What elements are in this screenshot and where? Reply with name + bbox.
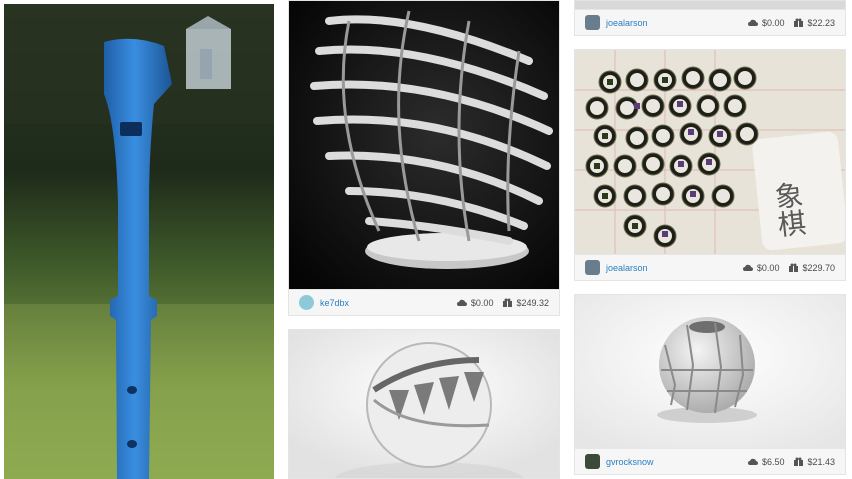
username-link[interactable]: joealarson <box>606 263 733 273</box>
cloud-download-icon <box>742 264 753 271</box>
value-stat: $249.32 <box>503 298 549 308</box>
value-amount: $22.23 <box>807 17 835 28</box>
price-stat: $0.00 <box>747 17 785 28</box>
price-stat: $0.00 <box>742 262 780 273</box>
price-value: $0.00 <box>756 262 780 273</box>
username-link[interactable]: gvrocksnow <box>606 457 738 467</box>
avatar[interactable] <box>299 295 314 310</box>
card-crown[interactable] <box>288 329 560 479</box>
top-right-meta-bar: joealarson $0.00 $22.23 <box>575 9 845 35</box>
vase-meta-bar: ke7dbx $0.00 $249.32 <box>289 289 559 315</box>
card-recorder[interactable] <box>4 4 274 479</box>
xiangqi-label: 象棋 <box>770 179 809 239</box>
avatar[interactable] <box>585 260 600 275</box>
sphere-render[interactable] <box>575 295 845 450</box>
value-stat: $229.70 <box>789 263 835 273</box>
card-sphere[interactable]: gvrocksnow $6.50 $21.43 <box>574 294 846 475</box>
gift-icon <box>794 457 804 466</box>
username-link[interactable]: ke7dbx <box>320 298 447 308</box>
value-amount: $249.32 <box>516 297 549 308</box>
value-amount: $21.43 <box>807 456 835 467</box>
card-xiangqi[interactable]: 象棋 joealarson $0.00 $229.70 <box>574 49 846 281</box>
price-stat: $0.00 <box>456 297 494 308</box>
cloud-download-icon <box>747 458 758 465</box>
value-stat: $21.43 <box>794 457 835 467</box>
avatar[interactable] <box>585 454 600 469</box>
gift-icon <box>789 263 799 272</box>
price-value: $0.00 <box>761 17 785 28</box>
value-amount: $229.70 <box>802 262 835 273</box>
gift-icon <box>794 18 804 27</box>
value-stat: $22.23 <box>794 18 835 28</box>
cloud-download-icon <box>747 19 758 26</box>
price-value: $0.00 <box>470 297 494 308</box>
sphere-meta-bar: gvrocksnow $6.50 $21.43 <box>575 448 845 474</box>
price-value: $6.50 <box>761 456 785 467</box>
username-link[interactable]: joealarson <box>606 18 738 28</box>
cloud-download-icon <box>456 299 467 306</box>
gift-icon <box>503 298 513 307</box>
price-stat: $6.50 <box>747 456 785 467</box>
recorder-photo[interactable] <box>4 4 274 479</box>
xiangqi-meta-bar: joealarson $0.00 $229.70 <box>575 254 845 280</box>
avatar[interactable] <box>585 15 600 30</box>
crown-render[interactable] <box>289 330 559 478</box>
vase-render[interactable] <box>289 1 559 291</box>
xiangqi-photo[interactable]: 象棋 <box>575 50 845 256</box>
card-top-right[interactable]: joealarson $0.00 $22.23 <box>574 0 846 36</box>
card-vase[interactable]: ke7dbx $0.00 $249.32 <box>288 0 560 316</box>
